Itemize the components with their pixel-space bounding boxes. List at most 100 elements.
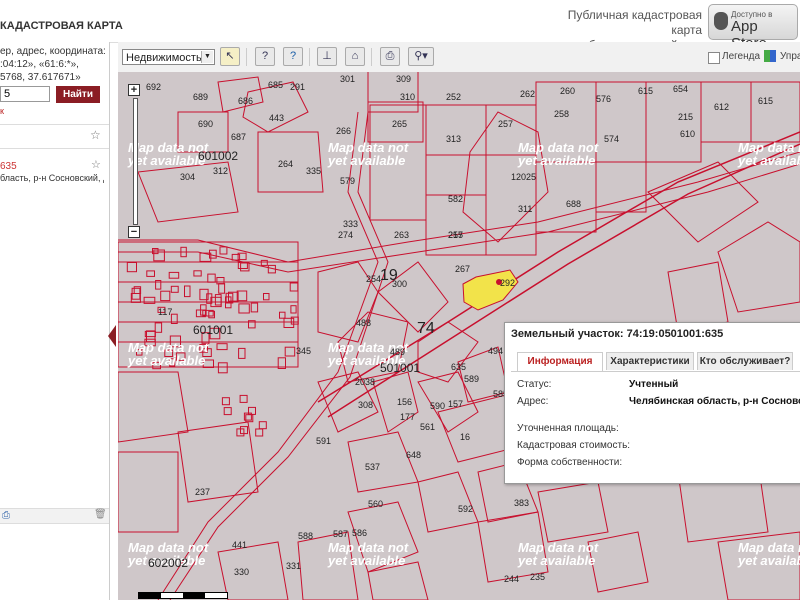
print-icon[interactable]: ⎙ — [2, 510, 10, 521]
parcel-label: 489 — [390, 347, 405, 357]
quarter-label: 601002 — [198, 149, 238, 163]
zoom-slider[interactable] — [133, 98, 138, 225]
parcel-label: 574 — [604, 134, 619, 144]
parcel-label: 590 — [430, 401, 445, 411]
parcel-label: 687 — [231, 132, 246, 142]
sidebar-footer: ⎙ 🗑 — [0, 508, 109, 524]
parcel-label: 592 — [458, 504, 473, 514]
map-watermark: yet available — [517, 153, 595, 168]
parcel-label: 310 — [400, 92, 415, 102]
search-input[interactable] — [0, 86, 50, 102]
status-label: Статус: — [517, 379, 552, 390]
parcel-label: 648 — [406, 450, 421, 460]
parcel-label: 688 — [566, 199, 581, 209]
search-hint-line-3: 5768, 37.617671» — [0, 72, 81, 83]
legend-checkbox[interactable] — [708, 52, 720, 64]
link-icon: ⚲▾ — [414, 50, 428, 62]
scale-bar — [138, 592, 228, 599]
print-button[interactable]: ⎙ — [380, 47, 400, 66]
plus-icon: + — [130, 84, 138, 96]
result-address: бласть, р-н Сосновский, д — [0, 173, 104, 183]
parcel-label: 215 — [678, 112, 693, 122]
parcel-label: 588 — [298, 531, 313, 541]
result-number-link[interactable]: 635 — [0, 161, 17, 172]
tab-service[interactable]: Кто обслуживает? — [697, 352, 793, 370]
parcel-label: 591 — [316, 436, 331, 446]
parcel-label: 311 — [518, 204, 532, 214]
parcel-label: 335 — [306, 166, 321, 176]
cursor-icon: ↖ — [225, 50, 235, 62]
map-watermark: yet available — [127, 153, 205, 168]
parcel-info-popup: Земельный участок: 74:19:0501001:635 Инф… — [504, 322, 800, 484]
collapse-sidebar-icon[interactable] — [108, 325, 116, 347]
parcel-label: 157 — [448, 399, 463, 409]
quarter-label: 501001 — [380, 361, 420, 375]
parcel-label: 443 — [269, 113, 284, 123]
measure-area-button[interactable]: ⌂ — [345, 47, 365, 66]
parcel-label: 615 — [638, 86, 653, 96]
appstore-button[interactable]: Доступно в App Store — [708, 4, 798, 52]
toolbar-separator — [371, 48, 372, 66]
legend-label[interactable]: Легенда — [722, 51, 760, 62]
advanced-search-link[interactable]: к — [0, 106, 4, 116]
map-watermark: yet available — [327, 553, 405, 568]
chevron-down-icon: ▼ — [201, 51, 213, 63]
parcel-label: 612 — [714, 102, 729, 112]
layer-select-value: Недвижимость — [126, 52, 202, 64]
manage-layers-icon[interactable] — [764, 50, 776, 62]
parcel-label: 312 — [213, 166, 228, 176]
popup-tabs: Информация Характеристики Кто обслуживае… — [511, 349, 800, 372]
parcel-label: 441 — [232, 540, 247, 550]
parcel-label: 117 — [158, 307, 172, 317]
parcel-label: 615 — [758, 96, 773, 106]
cost-label: Кадастровая стоимость: — [517, 440, 631, 451]
identify-tool-button[interactable]: ? — [255, 47, 275, 66]
parcel-label: 689 — [193, 92, 208, 102]
parcel-label: 237 — [195, 487, 210, 497]
parcel-label: 685 — [268, 80, 283, 90]
map-watermark: yet available — [737, 153, 800, 168]
parcel-label: 156 — [397, 397, 412, 407]
find-button[interactable]: Найти — [56, 86, 100, 103]
area-icon: ⌂ — [351, 50, 359, 62]
parcel-label: 267 — [455, 264, 470, 274]
search-hint: ер, адрес, координата: :04:12», «61:6:*»… — [0, 45, 109, 84]
zoom-out-button[interactable]: − — [128, 226, 140, 238]
parcel-label: 690 — [198, 119, 213, 129]
address-label: Адрес: — [517, 396, 549, 407]
select-tool-button[interactable]: ↖ — [220, 47, 240, 66]
sidebar: ер, адрес, координата: :04:12», «61:6:*»… — [0, 42, 110, 600]
measure-distance-button[interactable]: ⊥ — [317, 47, 337, 66]
parcel-label: 264 — [278, 159, 293, 169]
parcel-label: 177 — [400, 412, 415, 422]
apple-icon — [714, 12, 728, 30]
parcel-label: 488 — [356, 318, 371, 328]
parcel-label: 265 — [392, 119, 407, 129]
app-title: КАДАСТРОВАЯ КАРТА — [0, 20, 123, 32]
favorites-star-icon[interactable]: ☆ — [90, 128, 101, 142]
parcel-label: 686 — [238, 96, 253, 106]
map-watermark: yet available — [737, 553, 800, 568]
result-star-icon[interactable]: ☆ — [91, 158, 101, 171]
parcel-label: 610 — [680, 129, 695, 139]
parcel-label: 254 — [366, 274, 381, 284]
zoom-in-button[interactable]: + — [128, 84, 140, 96]
layer-select[interactable]: Недвижимость ▼ — [122, 49, 215, 65]
manage-label[interactable]: Упра — [780, 51, 800, 62]
parcel-label: 560 — [368, 499, 383, 509]
tab-info[interactable]: Информация — [517, 352, 603, 371]
popup-title: Земельный участок: 74:19:0501001:635 — [511, 328, 724, 340]
parcel-label: 537 — [365, 462, 380, 472]
parcel-label: 262 — [520, 89, 535, 99]
parcel-label: 74 — [417, 320, 435, 337]
trash-icon[interactable]: 🗑 — [94, 509, 107, 520]
parcel-label: 274 — [338, 230, 353, 240]
tab-characteristics[interactable]: Характеристики — [606, 352, 694, 370]
printer-icon: ⎙ — [385, 50, 395, 62]
info-tool-button[interactable]: ? — [283, 47, 303, 66]
parcel-label: 333 — [343, 219, 358, 229]
map-watermark: yet available — [127, 353, 205, 368]
parcel-label: 257 — [498, 119, 513, 129]
link-button[interactable]: ⚲▾ — [408, 47, 434, 66]
parcel-label: 301 — [340, 74, 355, 84]
